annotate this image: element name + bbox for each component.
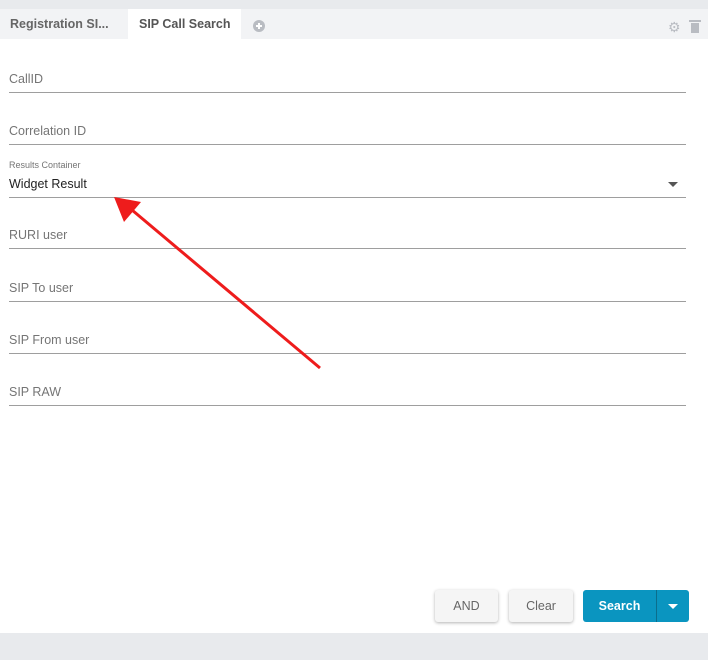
annotation-arrow-shaft — [131, 208, 321, 370]
annotation-arrow-head — [114, 197, 141, 222]
annotation-arrow — [114, 197, 321, 370]
